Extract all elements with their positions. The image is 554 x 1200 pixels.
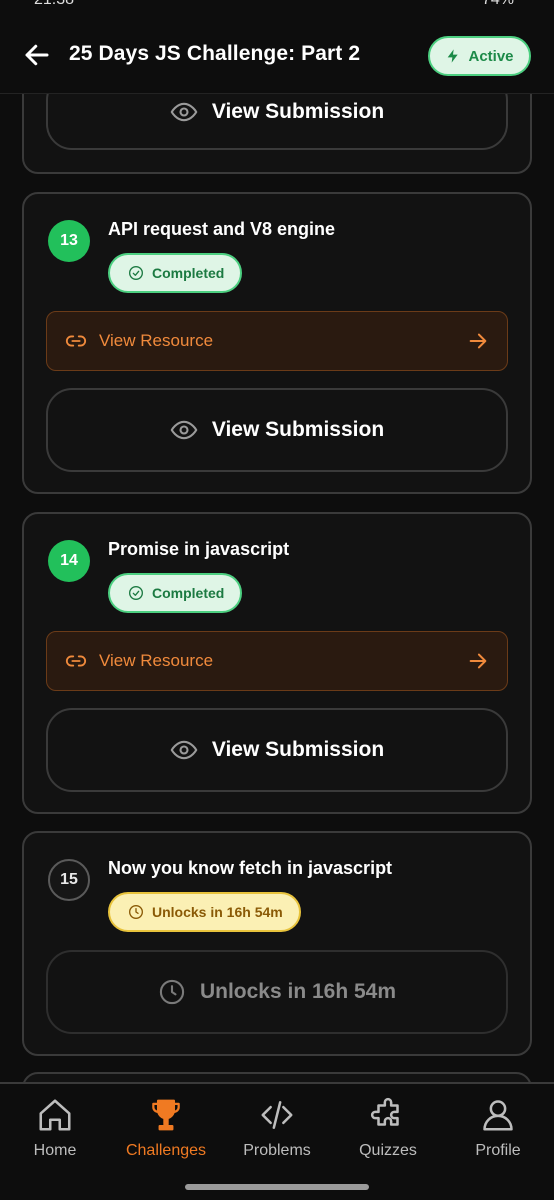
arrow-right-icon [469,653,487,669]
nav-item-challenges[interactable]: Challenges [111,1096,221,1160]
challenge-card-14: 14 Promise in javascript Completed View … [22,512,532,814]
view-submission-label: View Submission [211,738,385,761]
puzzle-icon [370,1097,399,1126]
view-submission-label: View Submission [211,100,385,123]
page-title: 25 Days JS Challenge: Part 2 [69,42,361,65]
nav-item-home[interactable]: Home [0,1096,110,1160]
view-resource-label: View Resource [99,331,214,350]
user-icon [483,1100,513,1131]
nav-label: Home [33,1142,77,1159]
locked-submission-button: Unlocks in 16h 54m [46,950,508,1034]
clock-icon [159,979,185,1005]
day-number-badge: 13 [48,220,90,262]
day-number-badge: 15 [48,859,90,901]
nav-label: Quizzes [359,1142,417,1159]
arrow-left-icon [25,44,49,66]
view-submission-button[interactable]: View Submission [46,388,508,472]
status-label: Unlocks in 16h 54m [152,904,283,920]
locked-label: Unlocks in 16h 54m [199,980,397,1003]
eye-icon [170,420,198,440]
eye-icon [170,740,198,760]
challenge-title: Now you know fetch in javascript [108,858,393,878]
link-icon [65,335,87,347]
challenge-title: Promise in javascript [108,539,290,559]
completed-status-pill: Completed [108,573,243,613]
eye-icon [170,102,198,122]
challenge-card-15: 15 Now you know fetch in javascript Unlo… [22,831,532,1056]
challenge-title: API request and V8 engine [108,219,336,239]
back-button[interactable] [22,40,52,70]
view-submission-label: View Submission [211,418,385,441]
nav-label: Problems [243,1142,311,1159]
lightning-icon [448,49,459,63]
home-indicator [185,1184,369,1190]
trophy-icon [152,1099,180,1131]
check-circle-icon [129,586,143,600]
completed-status-pill: Completed [108,253,243,293]
bottom-navigation: Home Challenges Problems Quizzes Profile [0,1082,554,1200]
status-battery: 74% [482,0,514,9]
status-label: Completed [152,585,225,601]
status-label: Completed [152,265,225,281]
code-icon [261,1101,293,1129]
nav-label: Profile [475,1142,521,1159]
nav-item-profile[interactable]: Profile [443,1096,553,1160]
status-bar: 21:38 74% [0,0,554,10]
home-icon [39,1099,71,1131]
view-resource-button[interactable]: View Resource [46,631,508,691]
status-badge-active: Active [428,36,531,76]
day-number-badge: 14 [48,540,90,582]
challenge-card-12: View Submission [22,94,532,174]
link-icon [65,655,87,667]
arrow-right-icon [469,333,487,349]
clock-icon [129,905,143,919]
challenge-card-13: 13 API request and V8 engine Completed V… [22,192,532,494]
nav-item-quizzes[interactable]: Quizzes [333,1096,443,1160]
check-circle-icon [129,266,143,280]
locked-status-pill: Unlocks in 16h 54m [108,892,301,932]
app-header: 25 Days JS Challenge: Part 2 Active [0,10,554,94]
view-submission-button[interactable]: View Submission [46,94,508,150]
view-submission-button[interactable]: View Submission [46,708,508,792]
status-badge-label: Active [468,47,514,65]
status-time: 21:38 [34,0,74,9]
nav-label: Challenges [125,1142,207,1159]
view-resource-button[interactable]: View Resource [46,311,508,371]
nav-item-problems[interactable]: Problems [222,1096,332,1160]
challenge-list[interactable]: View Submission 13 API request and V8 en… [0,94,554,1082]
view-resource-label: View Resource [99,651,214,670]
challenge-card-16 [22,1072,532,1082]
